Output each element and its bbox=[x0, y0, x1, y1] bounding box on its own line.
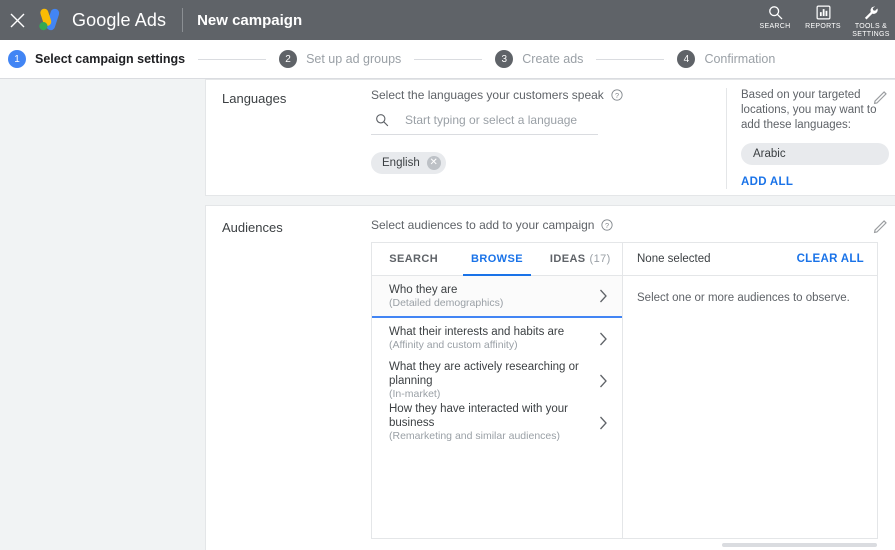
audience-category-who-they-are[interactable]: Who they are (Detailed demographics) bbox=[372, 276, 622, 318]
category-title: What they are actively researching or pl… bbox=[389, 360, 599, 388]
category-subtitle: (Affinity and custom affinity) bbox=[389, 339, 599, 352]
category-subtitle: (Detailed demographics) bbox=[389, 297, 599, 310]
audiences-caption: Select audiences to add to your campaign bbox=[371, 218, 594, 232]
selection-empty-message: Select one or more audiences to observe. bbox=[623, 276, 877, 320]
audiences-card: Audiences Select audiences to add to you… bbox=[205, 205, 895, 550]
suggested-language-label: Arabic bbox=[753, 148, 786, 160]
wrench-icon bbox=[863, 4, 879, 21]
selection-status: None selected bbox=[637, 253, 711, 265]
audiences-caption-row: Select audiences to add to your campaign… bbox=[371, 218, 613, 232]
close-button[interactable] bbox=[0, 0, 34, 40]
category-subtitle: (Remarketing and similar audiences) bbox=[389, 430, 599, 443]
audience-category-in-market[interactable]: What they are actively researching or pl… bbox=[372, 360, 622, 402]
audiences-tabs: SEARCH BROWSE IDEAS (17) bbox=[372, 243, 622, 276]
tab-count: (17) bbox=[590, 253, 611, 265]
bar-chart-icon bbox=[816, 4, 831, 21]
step-number: 2 bbox=[279, 50, 297, 68]
tab-browse[interactable]: BROWSE bbox=[455, 243, 538, 275]
stepper-step-3[interactable]: 3 Create ads bbox=[495, 50, 583, 68]
tab-label: SEARCH bbox=[389, 253, 438, 265]
close-circle-icon[interactable]: ✕ bbox=[427, 156, 441, 170]
suggestions-text: Based on your targeted locations, you ma… bbox=[741, 88, 893, 133]
help-circle-icon[interactable]: ? bbox=[611, 89, 623, 101]
tab-search[interactable]: SEARCH bbox=[372, 243, 455, 275]
tab-label: BROWSE bbox=[471, 253, 523, 265]
horizontal-scrollbar[interactable] bbox=[722, 543, 877, 547]
pencil-icon[interactable] bbox=[873, 218, 889, 234]
languages-card: Languages Select the languages your cust… bbox=[205, 79, 895, 196]
header-action-search[interactable]: SEARCH bbox=[751, 2, 799, 31]
header-action-reports[interactable]: REPORTS bbox=[799, 2, 847, 31]
header-divider bbox=[182, 8, 183, 32]
tab-ideas[interactable]: IDEAS (17) bbox=[539, 243, 622, 275]
language-suggestions-panel: Based on your targeted locations, you ma… bbox=[726, 88, 895, 189]
languages-caption-row: Select the languages your customers spea… bbox=[371, 88, 623, 102]
language-search-row[interactable] bbox=[371, 112, 598, 135]
category-title: How they have interacted with your busin… bbox=[389, 402, 599, 430]
selection-header: None selected CLEAR ALL bbox=[623, 243, 877, 276]
step-label: Set up ad groups bbox=[306, 52, 401, 66]
add-all-link[interactable]: ADD ALL bbox=[741, 176, 793, 188]
languages-section-label: Languages bbox=[222, 91, 286, 106]
stepper-step-2[interactable]: 2 Set up ad groups bbox=[279, 50, 401, 68]
audiences-section-label: Audiences bbox=[222, 220, 283, 235]
selected-language-chip[interactable]: English ✕ bbox=[371, 152, 446, 174]
stepper-connector bbox=[198, 59, 266, 60]
stepper-step-4[interactable]: 4 Confirmation bbox=[677, 50, 775, 68]
audience-selection-panel: None selected CLEAR ALL Select one or mo… bbox=[623, 242, 878, 539]
chip-label: English bbox=[382, 157, 420, 169]
svg-text:?: ? bbox=[605, 221, 609, 230]
header-action-label: TOOLS & SETTINGS bbox=[852, 23, 889, 39]
step-label: Confirmation bbox=[704, 52, 775, 66]
header-action-label: REPORTS bbox=[805, 23, 841, 31]
audience-category-remarketing[interactable]: How they have interacted with your busin… bbox=[372, 402, 622, 444]
step-label: Create ads bbox=[522, 52, 583, 66]
header-action-tools-settings[interactable]: TOOLS & SETTINGS bbox=[847, 2, 895, 39]
search-icon bbox=[768, 4, 783, 21]
google-ads-logo-icon bbox=[36, 7, 64, 33]
languages-caption: Select the languages your customers spea… bbox=[371, 88, 604, 102]
category-subtitle: (In-market) bbox=[389, 388, 599, 401]
step-number: 3 bbox=[495, 50, 513, 68]
stepper-connector bbox=[596, 59, 664, 60]
close-icon bbox=[10, 13, 25, 28]
help-circle-icon[interactable]: ? bbox=[601, 219, 613, 231]
tab-label: IDEAS bbox=[550, 253, 586, 265]
google-ads-logo bbox=[36, 7, 64, 33]
languages-body: Select the languages your customers spea… bbox=[371, 88, 623, 174]
chevron-right-icon bbox=[599, 332, 612, 346]
chevron-right-icon bbox=[599, 289, 612, 303]
audience-category-interests-habits[interactable]: What their interests and habits are (Aff… bbox=[372, 318, 622, 360]
audiences-picker: SEARCH BROWSE IDEAS (17) Who they are (D… bbox=[371, 242, 878, 539]
svg-text:?: ? bbox=[615, 91, 619, 100]
step-label: Select campaign settings bbox=[35, 52, 185, 66]
search-icon bbox=[375, 113, 389, 127]
header-action-label: SEARCH bbox=[760, 23, 791, 31]
category-title: What their interests and habits are bbox=[389, 325, 599, 339]
chevron-right-icon bbox=[599, 374, 612, 388]
category-title: Who they are bbox=[389, 283, 599, 297]
stepper-step-1[interactable]: 1 Select campaign settings bbox=[8, 50, 185, 68]
audience-category-list: Who they are (Detailed demographics) Wha… bbox=[372, 276, 622, 538]
campaign-stepper: 1 Select campaign settings 2 Set up ad g… bbox=[0, 40, 895, 79]
clear-all-button[interactable]: CLEAR ALL bbox=[797, 253, 864, 265]
audiences-browser: SEARCH BROWSE IDEAS (17) Who they are (D… bbox=[371, 242, 623, 539]
page-title: New campaign bbox=[197, 12, 302, 29]
step-number: 4 bbox=[677, 50, 695, 68]
chevron-right-icon bbox=[599, 416, 612, 430]
language-search-input[interactable] bbox=[403, 112, 593, 128]
suggested-language-pill[interactable]: Arabic bbox=[741, 143, 889, 165]
brand-name: Google Ads bbox=[72, 10, 166, 31]
app-header: Google Ads New campaign SEARCH REP bbox=[0, 0, 895, 40]
header-actions: SEARCH REPORTS TOOLS & SETTINGS bbox=[751, 0, 895, 40]
stepper-connector bbox=[414, 59, 482, 60]
step-number: 1 bbox=[8, 50, 26, 68]
